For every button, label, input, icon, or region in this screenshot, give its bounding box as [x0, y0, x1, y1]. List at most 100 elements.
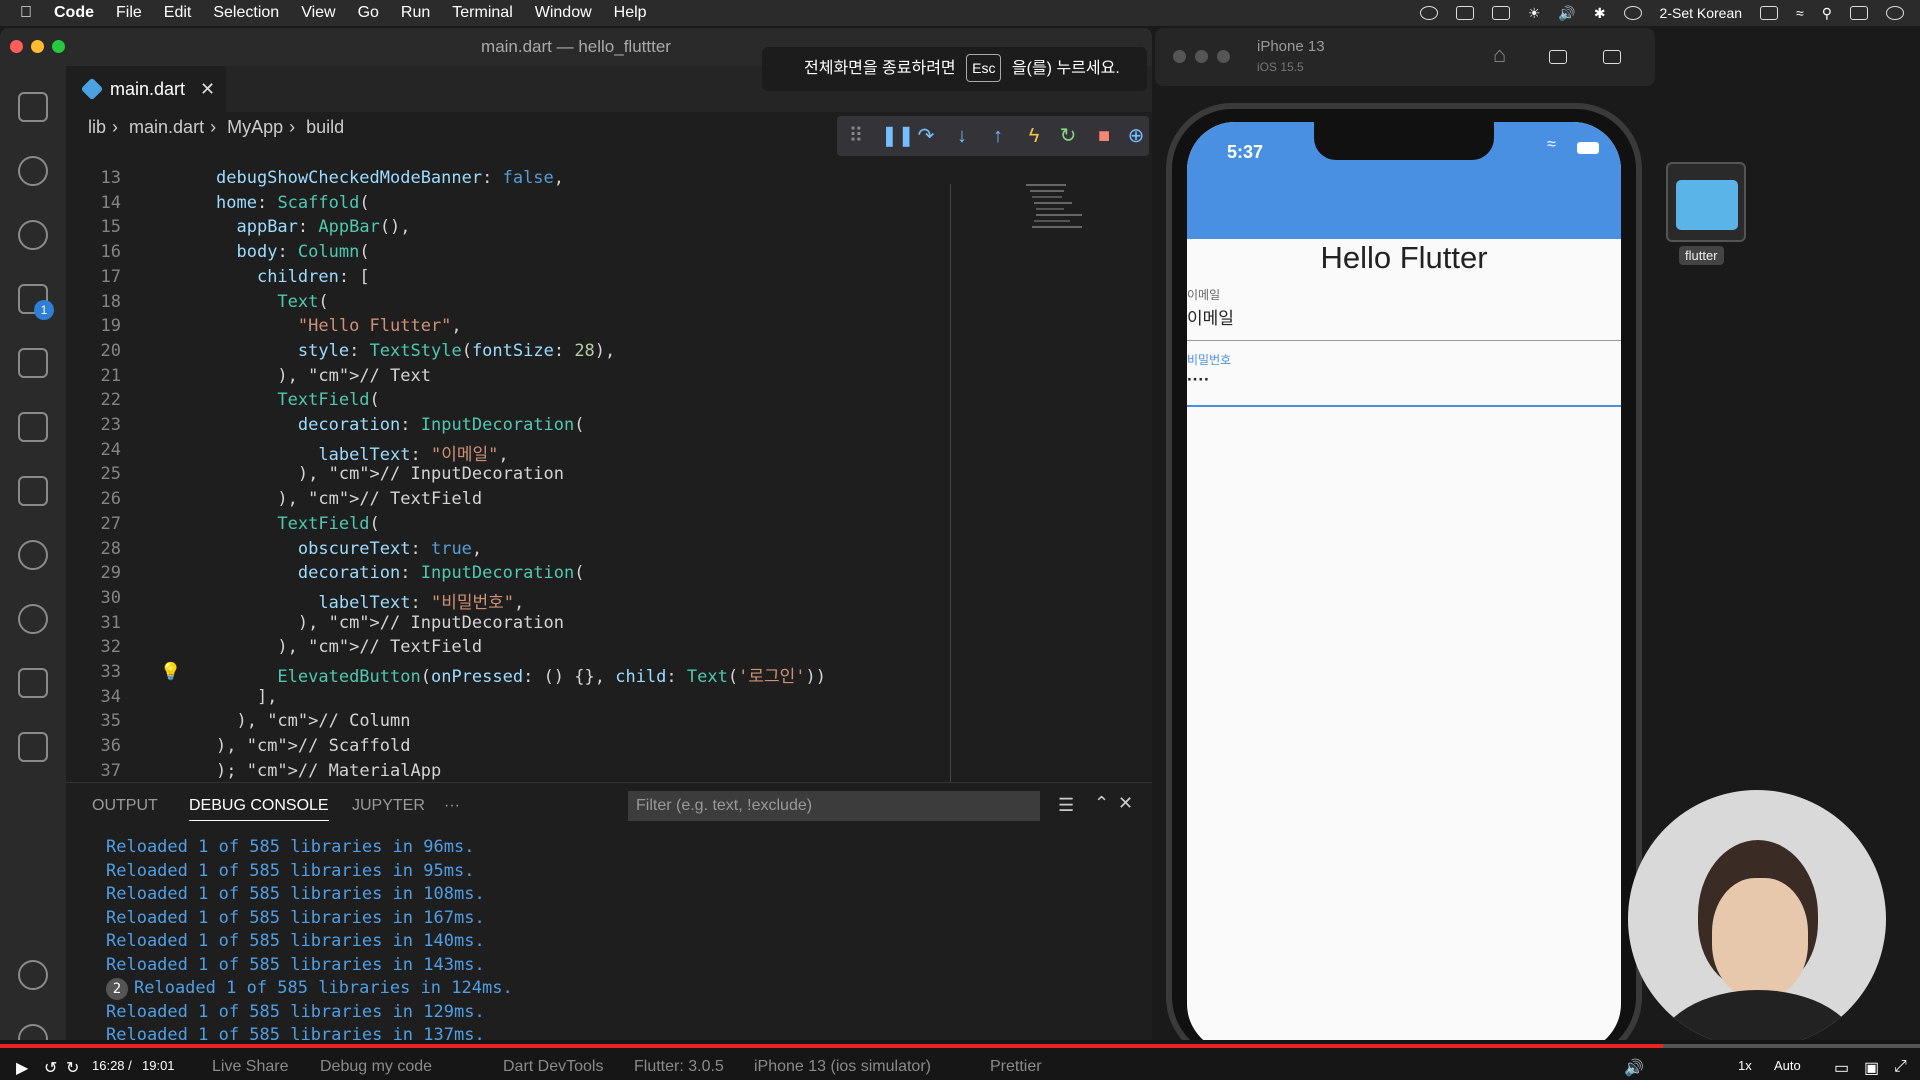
pause-icon[interactable]: ❚❚	[881, 126, 915, 146]
quality-button[interactable]: Auto	[1774, 1058, 1801, 1073]
maximize-panel-icon[interactable]: ⌃	[1094, 793, 1109, 814]
minimap[interactable]	[1026, 184, 1136, 264]
hot-reload-icon[interactable]: ϟ	[1025, 126, 1043, 146]
remote-icon[interactable]	[18, 668, 48, 698]
pen-icon[interactable]	[1491, 6, 1510, 20]
speed-button[interactable]: 1x	[1738, 1058, 1752, 1073]
extensions-icon[interactable]	[18, 348, 48, 378]
breadcrumb-lib[interactable]: lib	[88, 117, 106, 137]
code-line[interactable]: 26 ), "cm">// TextField	[66, 489, 946, 514]
code-editor[interactable]: 13 debugShowCheckedModeBanner: false, 14 ho…	[66, 168, 1152, 808]
source-control-icon[interactable]	[18, 220, 48, 250]
user-icon[interactable]	[1623, 6, 1642, 20]
panel-more-button[interactable]: ···	[444, 797, 460, 815]
pip-icon[interactable]: ▣	[1864, 1058, 1879, 1078]
captions-icon[interactable]: ▭	[1834, 1058, 1849, 1078]
code-line[interactable]: 21 ), "cm">// Text	[66, 366, 946, 391]
code-line[interactable]: 15 appBar: AppBar(),	[66, 217, 946, 242]
step-into-icon[interactable]: ↓	[953, 126, 971, 146]
forward-icon[interactable]: ↻	[66, 1058, 79, 1078]
minimize-window-button[interactable]	[31, 40, 44, 53]
code-line[interactable]: 33 ElevatedButton(onPressed: () {}, chil…	[66, 662, 946, 687]
drag-handle-icon[interactable]: ⠿	[847, 126, 865, 146]
code-line[interactable]: 14 home: Scaffold(	[66, 193, 946, 218]
code-line[interactable]: 13 debugShowCheckedModeBanner: false,	[66, 168, 946, 193]
brightness-icon[interactable]: ☀	[1528, 5, 1541, 22]
tab-main-dart[interactable]: main.dart ✕	[66, 66, 226, 112]
flutter-version[interactable]: Flutter: 3.0.5	[634, 1058, 724, 1076]
code-line[interactable]: 25 ), "cm">// InputDecoration	[66, 464, 946, 489]
password-field[interactable]: ····	[1187, 370, 1210, 390]
code-line[interactable]: 28 obscureText: true,	[66, 539, 946, 564]
close-panel-icon[interactable]: ✕	[1118, 793, 1133, 814]
folder-icon[interactable]	[1666, 162, 1746, 242]
code-line[interactable]: 31 ), "cm">// InputDecoration	[66, 613, 946, 638]
code-line[interactable]: 36), "cm">// Scaffold	[66, 736, 946, 761]
restart-icon[interactable]: ↻	[1059, 126, 1077, 146]
menu-help[interactable]: Help	[614, 4, 647, 22]
inspect-icon[interactable]: ⊕	[1127, 126, 1145, 146]
sim-minimize-button[interactable]	[1195, 50, 1208, 63]
sim-zoom-button[interactable]	[1217, 50, 1230, 63]
siri-icon[interactable]	[1886, 6, 1904, 20]
folder-label[interactable]: flutter	[1679, 246, 1724, 265]
breadcrumb-file[interactable]: main.dart	[129, 117, 204, 137]
email-field[interactable]: 이메일	[1187, 304, 1234, 329]
input-source[interactable]: 2-Set Korean	[1660, 5, 1743, 21]
live-share-button[interactable]: Live Share	[212, 1058, 289, 1076]
menu-terminal[interactable]: Terminal	[452, 4, 512, 22]
explorer-icon[interactable]	[18, 92, 48, 122]
code-line[interactable]: 34 ],	[66, 687, 946, 712]
code-line[interactable]: 32 ), "cm">// TextField	[66, 637, 946, 662]
menu-view[interactable]: View	[301, 4, 335, 22]
code-line[interactable]: 30 labelText: "비밀번호",	[66, 588, 946, 613]
step-over-icon[interactable]: ↷	[917, 126, 935, 146]
search-icon[interactable]: ⚲	[1822, 5, 1832, 22]
volume-icon[interactable]: 🔊	[1624, 1058, 1644, 1078]
menu-edit[interactable]: Edit	[164, 4, 192, 22]
volume-icon[interactable]: 🔊	[1558, 5, 1575, 22]
apple-icon[interactable]: 	[20, 4, 32, 22]
clear-console-icon[interactable]: ☰	[1058, 795, 1074, 816]
close-window-button[interactable]	[10, 40, 23, 53]
code-line[interactable]: 20 style: TextStyle(fontSize: 28),	[66, 341, 946, 366]
code-line[interactable]: 19 "Hello Flutter",	[66, 316, 946, 341]
debug-button[interactable]: Debug my code	[320, 1058, 432, 1076]
video-progress-bar[interactable]	[0, 1044, 1920, 1048]
close-tab-icon[interactable]: ✕	[200, 66, 215, 112]
code-line[interactable]: 27 TextField(	[66, 514, 946, 539]
sim-close-button[interactable]	[1173, 50, 1186, 63]
menu-go[interactable]: Go	[358, 4, 379, 22]
home-icon[interactable]: ⌂	[1493, 42, 1506, 68]
menu-file[interactable]: File	[116, 4, 142, 22]
tab-output[interactable]: OUTPUT	[92, 797, 158, 815]
code-line[interactable]: 18 Text(	[66, 292, 946, 317]
control-center-icon[interactable]	[1850, 6, 1868, 20]
device-selector[interactable]: iPhone 13 (ios simulator)	[754, 1058, 931, 1076]
screenshot-icon[interactable]	[1549, 50, 1567, 64]
step-out-icon[interactable]: ↑	[989, 126, 1007, 146]
prettier-button[interactable]: Prettier	[990, 1058, 1042, 1076]
console-filter-input[interactable]: Filter (e.g. text, !exclude)	[628, 791, 1040, 821]
fullscreen-icon[interactable]: ⤢	[1894, 1058, 1907, 1076]
flutter-icon[interactable]	[18, 732, 48, 762]
bluetooth-icon[interactable]: ✱	[1594, 5, 1606, 22]
tab-debug-console[interactable]: DEBUG CONSOLE	[189, 797, 329, 821]
play-icon[interactable]: ▶	[16, 1058, 28, 1078]
lightbulb-icon[interactable]: 💡	[160, 662, 181, 682]
menu-selection[interactable]: Selection	[213, 4, 279, 22]
breadcrumb-method[interactable]: build	[306, 117, 344, 137]
rotate-icon[interactable]	[1603, 50, 1621, 64]
menu-app-name[interactable]: Code	[54, 4, 94, 22]
code-line[interactable]: 35 ), "cm">// Column	[66, 711, 946, 736]
docker-icon[interactable]	[18, 476, 48, 506]
battery-icon[interactable]	[1760, 6, 1779, 20]
python-icon[interactable]	[18, 604, 48, 634]
code-line[interactable]: 22 TextField(	[66, 390, 946, 415]
devtools-button[interactable]: Dart DevTools	[503, 1058, 603, 1076]
stop-icon[interactable]: ■	[1095, 126, 1113, 146]
code-line[interactable]: 24 labelText: "이메일",	[66, 440, 946, 465]
code-line[interactable]: 23 decoration: InputDecoration(	[66, 415, 946, 440]
code-line[interactable]: 17 children: [	[66, 267, 946, 292]
code-line[interactable]: 16 body: Column(	[66, 242, 946, 267]
